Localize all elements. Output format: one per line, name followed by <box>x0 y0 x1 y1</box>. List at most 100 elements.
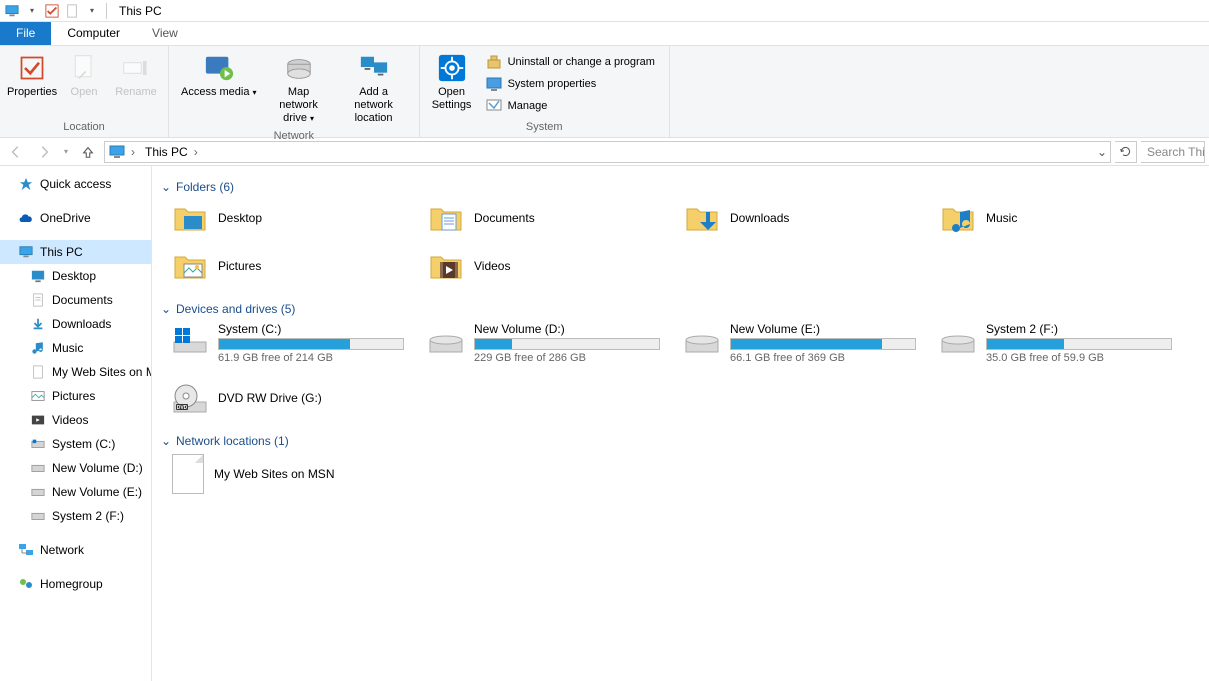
chevron-right-icon[interactable]: › <box>192 145 200 159</box>
drive-fill <box>475 339 512 349</box>
recent-dropdown[interactable]: ▾ <box>60 140 72 164</box>
group-header-folders[interactable]: ⌄ Folders (6) <box>160 174 1209 200</box>
folders-grid: Desktop Documents Downloads Music Pictur… <box>172 200 1209 284</box>
add-network-icon <box>358 52 390 84</box>
access-media-button[interactable]: Access media ▾ <box>175 50 263 101</box>
hdd-icon <box>684 322 720 358</box>
chevron-down-icon[interactable]: ▾ <box>24 3 40 19</box>
rename-button: Rename <box>110 50 162 101</box>
sidebar-item-label: System (C:) <box>52 437 115 451</box>
sidebar-item-this-pc[interactable]: This PC <box>0 240 151 264</box>
sidebar-item-volume-d[interactable]: New Volume (D:) <box>0 456 151 480</box>
group-header-netloc[interactable]: ⌄ Network locations (1) <box>160 428 1209 454</box>
search-input[interactable]: Search Thi <box>1141 141 1205 163</box>
sidebar-item-downloads[interactable]: Downloads <box>0 312 151 336</box>
hdd-icon <box>428 322 464 358</box>
add-network-location-button[interactable]: Add a network location <box>335 50 413 128</box>
open-settings-button[interactable]: Open Settings <box>426 50 478 114</box>
map-drive-label: Map network drive ▾ <box>269 86 329 126</box>
netloc-grid: My Web Sites on MSN <box>172 454 1209 494</box>
search-placeholder: Search Thi <box>1147 145 1205 159</box>
sidebar-item-label: Documents <box>52 293 113 307</box>
drive-dvd-g[interactable]: DVD DVD RW Drive (G:) <box>172 380 428 416</box>
drive-free-text: 35.0 GB free of 59.9 GB <box>986 352 1176 364</box>
netloc-msn[interactable]: My Web Sites on MSN <box>172 454 1209 494</box>
address-seg-thispc[interactable]: This PC › <box>141 145 204 159</box>
chevron-right-icon[interactable]: › <box>129 145 137 159</box>
drive-system-c[interactable]: System (C:) 61.9 GB free of 214 GB <box>172 322 428 364</box>
tab-computer[interactable]: Computer <box>51 22 136 45</box>
sidebar-item-label: Downloads <box>52 317 111 331</box>
uninstall-button[interactable]: Uninstall or change a program <box>482 52 659 72</box>
folder-pictures[interactable]: Pictures <box>172 248 428 284</box>
back-button[interactable] <box>4 140 28 164</box>
tab-file[interactable]: File <box>0 22 51 45</box>
drive-capacity-bar <box>474 338 660 350</box>
sidebar-item-label: System 2 (F:) <box>52 509 124 523</box>
refresh-button[interactable] <box>1115 141 1137 163</box>
properties-check-icon[interactable] <box>44 3 60 19</box>
sidebar-item-system-c[interactable]: System (C:) <box>0 432 151 456</box>
sidebar-item-label: Desktop <box>52 269 96 283</box>
folder-label: Desktop <box>218 211 262 225</box>
address-bar[interactable]: › This PC › ⌄ <box>104 141 1111 163</box>
up-button[interactable] <box>76 140 100 164</box>
system-properties-button[interactable]: System properties <box>482 74 659 94</box>
sidebar-item-pictures[interactable]: Pictures <box>0 384 151 408</box>
sidebar-item-mywebsites[interactable]: My Web Sites on M <box>0 360 151 384</box>
folder-videos[interactable]: Videos <box>428 248 684 284</box>
address-bar-row: ▾ › This PC › ⌄ Search Thi <box>0 138 1209 166</box>
drives-grid: System (C:) 61.9 GB free of 214 GB New V… <box>172 322 1209 416</box>
music-icon <box>30 340 46 356</box>
manage-button[interactable]: Manage <box>482 96 659 116</box>
sidebar-item-label: New Volume (D:) <box>52 461 143 475</box>
sidebar-item-quick-access[interactable]: Quick access <box>0 172 151 196</box>
address-dropdown[interactable]: ⌄ <box>1094 145 1110 159</box>
manage-icon <box>486 98 502 114</box>
qat-dropdown-icon[interactable]: ▾ <box>84 3 100 19</box>
sidebar-item-label: Videos <box>52 413 88 427</box>
drive-volume-d[interactable]: New Volume (D:) 229 GB free of 286 GB <box>428 322 684 364</box>
map-drive-icon <box>283 52 315 84</box>
chevron-down-icon: ⌄ <box>160 180 172 194</box>
address-root[interactable]: › <box>105 144 141 160</box>
drive-system2-f[interactable]: System 2 (F:) 35.0 GB free of 59.9 GB <box>940 322 1196 364</box>
blank-doc-icon[interactable] <box>64 3 80 19</box>
properties-button[interactable]: Properties <box>6 50 58 101</box>
sidebar-item-network[interactable]: Network <box>0 538 151 562</box>
forward-button[interactable] <box>32 140 56 164</box>
sidebar-item-homegroup[interactable]: Homegroup <box>0 572 151 596</box>
sidebar-item-label: Quick access <box>40 177 111 191</box>
drive-label: New Volume (E:) <box>730 322 920 336</box>
uninstall-label: Uninstall or change a program <box>508 56 655 68</box>
settings-gear-icon <box>436 52 468 84</box>
ribbon-group-location: Properties Open Rename Location <box>0 46 169 137</box>
dvd-drive-icon: DVD <box>172 380 208 416</box>
folder-music[interactable]: Music <box>940 200 1196 236</box>
group-label-system: System <box>420 119 669 137</box>
system-properties-icon <box>486 76 502 92</box>
group-header-drives[interactable]: ⌄ Devices and drives (5) <box>160 296 1209 322</box>
folder-downloads[interactable]: Downloads <box>684 200 940 236</box>
sidebar-item-desktop[interactable]: Desktop <box>0 264 151 288</box>
open-icon <box>68 52 100 84</box>
folder-documents[interactable]: Documents <box>428 200 684 236</box>
homegroup-icon <box>18 576 34 592</box>
folder-desktop[interactable]: Desktop <box>172 200 428 236</box>
sidebar-item-label: Pictures <box>52 389 95 403</box>
map-drive-button[interactable]: Map network drive ▾ <box>263 50 335 128</box>
sidebar-item-videos[interactable]: Videos <box>0 408 151 432</box>
tab-view[interactable]: View <box>136 22 194 45</box>
downloads-folder-icon <box>684 200 720 236</box>
sidebar-item-onedrive[interactable]: OneDrive <box>0 206 151 230</box>
drive-icon <box>30 508 46 524</box>
drive-volume-e[interactable]: New Volume (E:) 66.1 GB free of 369 GB <box>684 322 940 364</box>
windows-drive-icon <box>172 322 208 358</box>
sidebar-item-label: Network <box>40 543 84 557</box>
folder-label: Music <box>986 211 1017 225</box>
sidebar-item-volume-e[interactable]: New Volume (E:) <box>0 480 151 504</box>
sidebar-item-music[interactable]: Music <box>0 336 151 360</box>
drive-label: DVD RW Drive (G:) <box>218 391 408 405</box>
sidebar-item-system2-f[interactable]: System 2 (F:) <box>0 504 151 528</box>
sidebar-item-documents[interactable]: Documents <box>0 288 151 312</box>
